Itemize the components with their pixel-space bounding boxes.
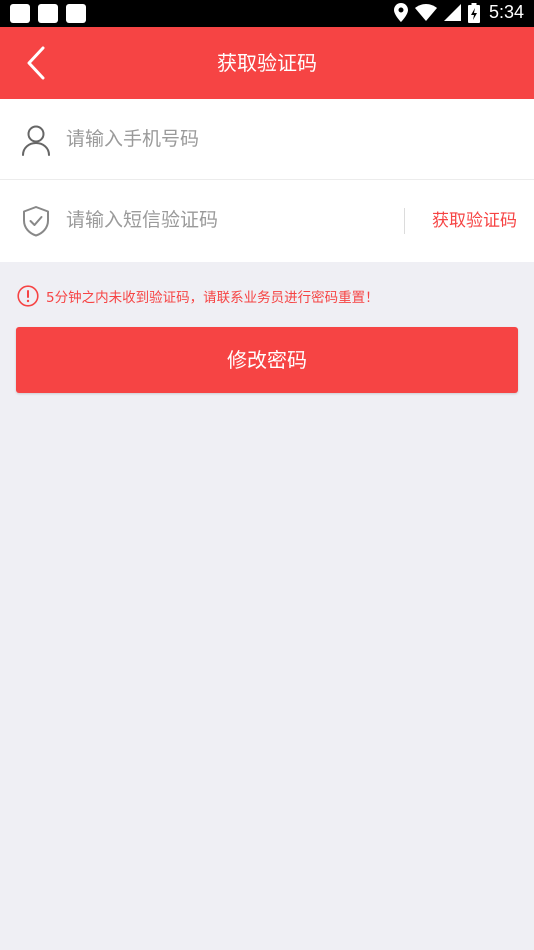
status-bar: 5:34	[0, 0, 534, 27]
notification-icon	[66, 4, 86, 23]
divider	[404, 208, 405, 234]
verification-form: 获取验证码	[0, 99, 534, 262]
location-icon	[393, 3, 408, 22]
system-tray: 5:34	[393, 2, 524, 23]
page-title: 获取验证码	[217, 51, 317, 75]
sms-code-input[interactable]	[66, 200, 386, 240]
shield-check-icon	[23, 206, 49, 237]
notification-area	[10, 4, 86, 23]
exclamation-circle-icon	[17, 285, 39, 307]
notification-icon	[10, 4, 30, 23]
phone-row	[0, 99, 534, 180]
battery-charging-icon	[467, 2, 480, 23]
change-password-button[interactable]: 修改密码	[16, 327, 518, 393]
status-time: 5:34	[488, 2, 524, 22]
signal-icon	[443, 4, 461, 21]
notice: 5分钟之内未收到验证码，请联系业务员进行密码重置！	[17, 284, 379, 308]
notice-text: 5分钟之内未收到验证码，请联系业务员进行密码重置！	[46, 290, 379, 306]
wifi-icon	[414, 4, 437, 21]
notification-icon	[38, 4, 58, 23]
sms-code-row: 获取验证码	[0, 180, 534, 262]
user-icon	[22, 125, 50, 156]
title-bar: 获取验证码	[0, 27, 534, 99]
phone-input[interactable]	[66, 119, 386, 159]
get-code-button[interactable]: 获取验证码	[432, 206, 517, 236]
